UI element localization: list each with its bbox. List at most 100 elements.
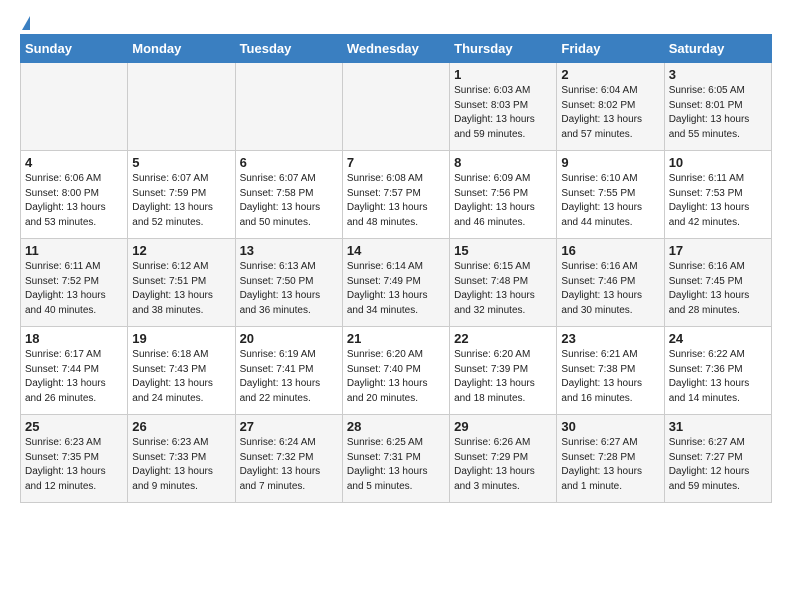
calendar-cell: 27 Sunrise: 6:24 AM Sunset: 7:32 PM Dayli… bbox=[235, 415, 342, 503]
calendar-table: SundayMondayTuesdayWednesdayThursdayFrid… bbox=[20, 34, 772, 503]
day-info: Sunrise: 6:15 AM Sunset: 7:48 PM Dayligh… bbox=[454, 260, 552, 318]
day-info: Sunrise: 6:08 AM Sunset: 7:57 PM Dayligh… bbox=[347, 172, 445, 230]
day-number: 26 bbox=[132, 419, 230, 434]
day-number: 20 bbox=[240, 331, 338, 346]
day-info: Sunrise: 6:03 AM Sunset: 8:03 PM Dayligh… bbox=[454, 84, 552, 142]
day-number: 21 bbox=[347, 331, 445, 346]
day-number: 19 bbox=[132, 331, 230, 346]
day-info: Sunrise: 6:27 AM Sunset: 7:28 PM Dayligh… bbox=[561, 436, 659, 494]
calendar-cell: 6Sunrise: 6:07 AM Sunset: 7:58 PM Daylig… bbox=[235, 151, 342, 239]
day-info: Sunrise: 6:20 AM Sunset: 7:40 PM Dayligh… bbox=[347, 348, 445, 406]
day-number: 4 bbox=[25, 155, 123, 170]
calendar-cell: 28 Sunrise: 6:25 AM Sunset: 7:31 PM Dayli… bbox=[342, 415, 449, 503]
logo-triangle-icon bbox=[22, 16, 30, 30]
day-number: 25 bbox=[25, 419, 123, 434]
calendar-cell: 18 Sunrise: 6:17 AM Sunset: 7:44 PM Dayli… bbox=[21, 327, 128, 415]
day-info: Sunrise: 6:27 AM Sunset: 7:27 PM Dayligh… bbox=[669, 436, 767, 494]
day-info: Sunrise: 6:11 AM Sunset: 7:52 PM Dayligh… bbox=[25, 260, 123, 318]
calendar-cell: 3 Sunrise: 6:05 AM Sunset: 8:01 PM Daylig… bbox=[664, 63, 771, 151]
day-number: 1 bbox=[454, 67, 552, 82]
day-number: 13 bbox=[240, 243, 338, 258]
weekday-header-saturday: Saturday bbox=[664, 35, 771, 63]
day-info: Sunrise: 6:19 AM Sunset: 7:41 PM Dayligh… bbox=[240, 348, 338, 406]
calendar-cell: 10 Sunrise: 6:11 AM Sunset: 7:53 PM Dayli… bbox=[664, 151, 771, 239]
day-number: 8 bbox=[454, 155, 552, 170]
day-info: Sunrise: 6:23 AM Sunset: 7:33 PM Dayligh… bbox=[132, 436, 230, 494]
calendar-cell: 11 Sunrise: 6:11 AM Sunset: 7:52 PM Dayli… bbox=[21, 239, 128, 327]
day-number: 5 bbox=[132, 155, 230, 170]
day-info: Sunrise: 6:16 AM Sunset: 7:45 PM Dayligh… bbox=[669, 260, 767, 318]
day-number: 3 bbox=[669, 67, 767, 82]
weekday-header-thursday: Thursday bbox=[450, 35, 557, 63]
page: SundayMondayTuesdayWednesdayThursdayFrid… bbox=[0, 0, 792, 513]
day-info: Sunrise: 6:10 AM Sunset: 7:55 PM Dayligh… bbox=[561, 172, 659, 230]
weekday-header-sunday: Sunday bbox=[21, 35, 128, 63]
calendar-week-5: 25 Sunrise: 6:23 AM Sunset: 7:35 PM Dayli… bbox=[21, 415, 772, 503]
calendar-cell: 17 Sunrise: 6:16 AM Sunset: 7:45 PM Dayli… bbox=[664, 239, 771, 327]
day-info: Sunrise: 6:18 AM Sunset: 7:43 PM Dayligh… bbox=[132, 348, 230, 406]
day-number: 29 bbox=[454, 419, 552, 434]
day-number: 10 bbox=[669, 155, 767, 170]
calendar-cell: 2 Sunrise: 6:04 AM Sunset: 8:02 PM Daylig… bbox=[557, 63, 664, 151]
calendar-cell: 20 Sunrise: 6:19 AM Sunset: 7:41 PM Dayli… bbox=[235, 327, 342, 415]
weekday-header-monday: Monday bbox=[128, 35, 235, 63]
day-info: Sunrise: 6:07 AM Sunset: 7:59 PM Dayligh… bbox=[132, 172, 230, 230]
day-info: Sunrise: 6:06 AM Sunset: 8:00 PM Dayligh… bbox=[25, 172, 123, 230]
logo bbox=[20, 16, 30, 26]
calendar-cell: 8 Sunrise: 6:09 AM Sunset: 7:56 PM Daylig… bbox=[450, 151, 557, 239]
day-info: Sunrise: 6:23 AM Sunset: 7:35 PM Dayligh… bbox=[25, 436, 123, 494]
day-number: 2 bbox=[561, 67, 659, 82]
calendar-cell: 4 Sunrise: 6:06 AM Sunset: 8:00 PM Daylig… bbox=[21, 151, 128, 239]
calendar-cell: 15 Sunrise: 6:15 AM Sunset: 7:48 PM Dayli… bbox=[450, 239, 557, 327]
day-info: Sunrise: 6:07 AM Sunset: 7:58 PM Dayligh… bbox=[240, 172, 338, 230]
day-number: 28 bbox=[347, 419, 445, 434]
day-info: Sunrise: 6:12 AM Sunset: 7:51 PM Dayligh… bbox=[132, 260, 230, 318]
calendar-cell: 22 Sunrise: 6:20 AM Sunset: 7:39 PM Dayli… bbox=[450, 327, 557, 415]
day-number: 16 bbox=[561, 243, 659, 258]
day-number: 15 bbox=[454, 243, 552, 258]
calendar-cell: 30 Sunrise: 6:27 AM Sunset: 7:28 PM Dayli… bbox=[557, 415, 664, 503]
calendar-week-3: 11 Sunrise: 6:11 AM Sunset: 7:52 PM Dayli… bbox=[21, 239, 772, 327]
calendar-cell: 5 Sunrise: 6:07 AM Sunset: 7:59 PM Daylig… bbox=[128, 151, 235, 239]
day-number: 30 bbox=[561, 419, 659, 434]
day-number: 22 bbox=[454, 331, 552, 346]
day-number: 27 bbox=[240, 419, 338, 434]
calendar-cell bbox=[235, 63, 342, 151]
calendar-cell: 12Sunrise: 6:12 AM Sunset: 7:51 PM Dayli… bbox=[128, 239, 235, 327]
weekday-row: SundayMondayTuesdayWednesdayThursdayFrid… bbox=[21, 35, 772, 63]
day-number: 9 bbox=[561, 155, 659, 170]
day-number: 23 bbox=[561, 331, 659, 346]
day-info: Sunrise: 6:05 AM Sunset: 8:01 PM Dayligh… bbox=[669, 84, 767, 142]
day-number: 18 bbox=[25, 331, 123, 346]
calendar-week-2: 4 Sunrise: 6:06 AM Sunset: 8:00 PM Daylig… bbox=[21, 151, 772, 239]
calendar-cell: 14Sunrise: 6:14 AM Sunset: 7:49 PM Dayli… bbox=[342, 239, 449, 327]
weekday-header-friday: Friday bbox=[557, 35, 664, 63]
calendar-cell bbox=[21, 63, 128, 151]
day-number: 17 bbox=[669, 243, 767, 258]
calendar-cell: 19 Sunrise: 6:18 AM Sunset: 7:43 PM Dayli… bbox=[128, 327, 235, 415]
calendar-cell: 13 Sunrise: 6:13 AM Sunset: 7:50 PM Dayli… bbox=[235, 239, 342, 327]
header bbox=[20, 16, 772, 26]
calendar-header: SundayMondayTuesdayWednesdayThursdayFrid… bbox=[21, 35, 772, 63]
weekday-header-tuesday: Tuesday bbox=[235, 35, 342, 63]
day-info: Sunrise: 6:25 AM Sunset: 7:31 PM Dayligh… bbox=[347, 436, 445, 494]
day-info: Sunrise: 6:09 AM Sunset: 7:56 PM Dayligh… bbox=[454, 172, 552, 230]
day-info: Sunrise: 6:20 AM Sunset: 7:39 PM Dayligh… bbox=[454, 348, 552, 406]
calendar-cell: 23Sunrise: 6:21 AM Sunset: 7:38 PM Dayli… bbox=[557, 327, 664, 415]
day-info: Sunrise: 6:04 AM Sunset: 8:02 PM Dayligh… bbox=[561, 84, 659, 142]
day-number: 11 bbox=[25, 243, 123, 258]
day-info: Sunrise: 6:22 AM Sunset: 7:36 PM Dayligh… bbox=[669, 348, 767, 406]
calendar-cell bbox=[128, 63, 235, 151]
day-number: 7 bbox=[347, 155, 445, 170]
calendar-cell bbox=[342, 63, 449, 151]
day-info: Sunrise: 6:13 AM Sunset: 7:50 PM Dayligh… bbox=[240, 260, 338, 318]
calendar-cell: 21 Sunrise: 6:20 AM Sunset: 7:40 PM Dayli… bbox=[342, 327, 449, 415]
day-number: 14 bbox=[347, 243, 445, 258]
day-info: Sunrise: 6:24 AM Sunset: 7:32 PM Dayligh… bbox=[240, 436, 338, 494]
day-info: Sunrise: 6:11 AM Sunset: 7:53 PM Dayligh… bbox=[669, 172, 767, 230]
calendar-week-4: 18 Sunrise: 6:17 AM Sunset: 7:44 PM Dayli… bbox=[21, 327, 772, 415]
weekday-header-wednesday: Wednesday bbox=[342, 35, 449, 63]
calendar-cell: 25 Sunrise: 6:23 AM Sunset: 7:35 PM Dayli… bbox=[21, 415, 128, 503]
calendar-body: 1 Sunrise: 6:03 AM Sunset: 8:03 PM Daylig… bbox=[21, 63, 772, 503]
day-info: Sunrise: 6:17 AM Sunset: 7:44 PM Dayligh… bbox=[25, 348, 123, 406]
